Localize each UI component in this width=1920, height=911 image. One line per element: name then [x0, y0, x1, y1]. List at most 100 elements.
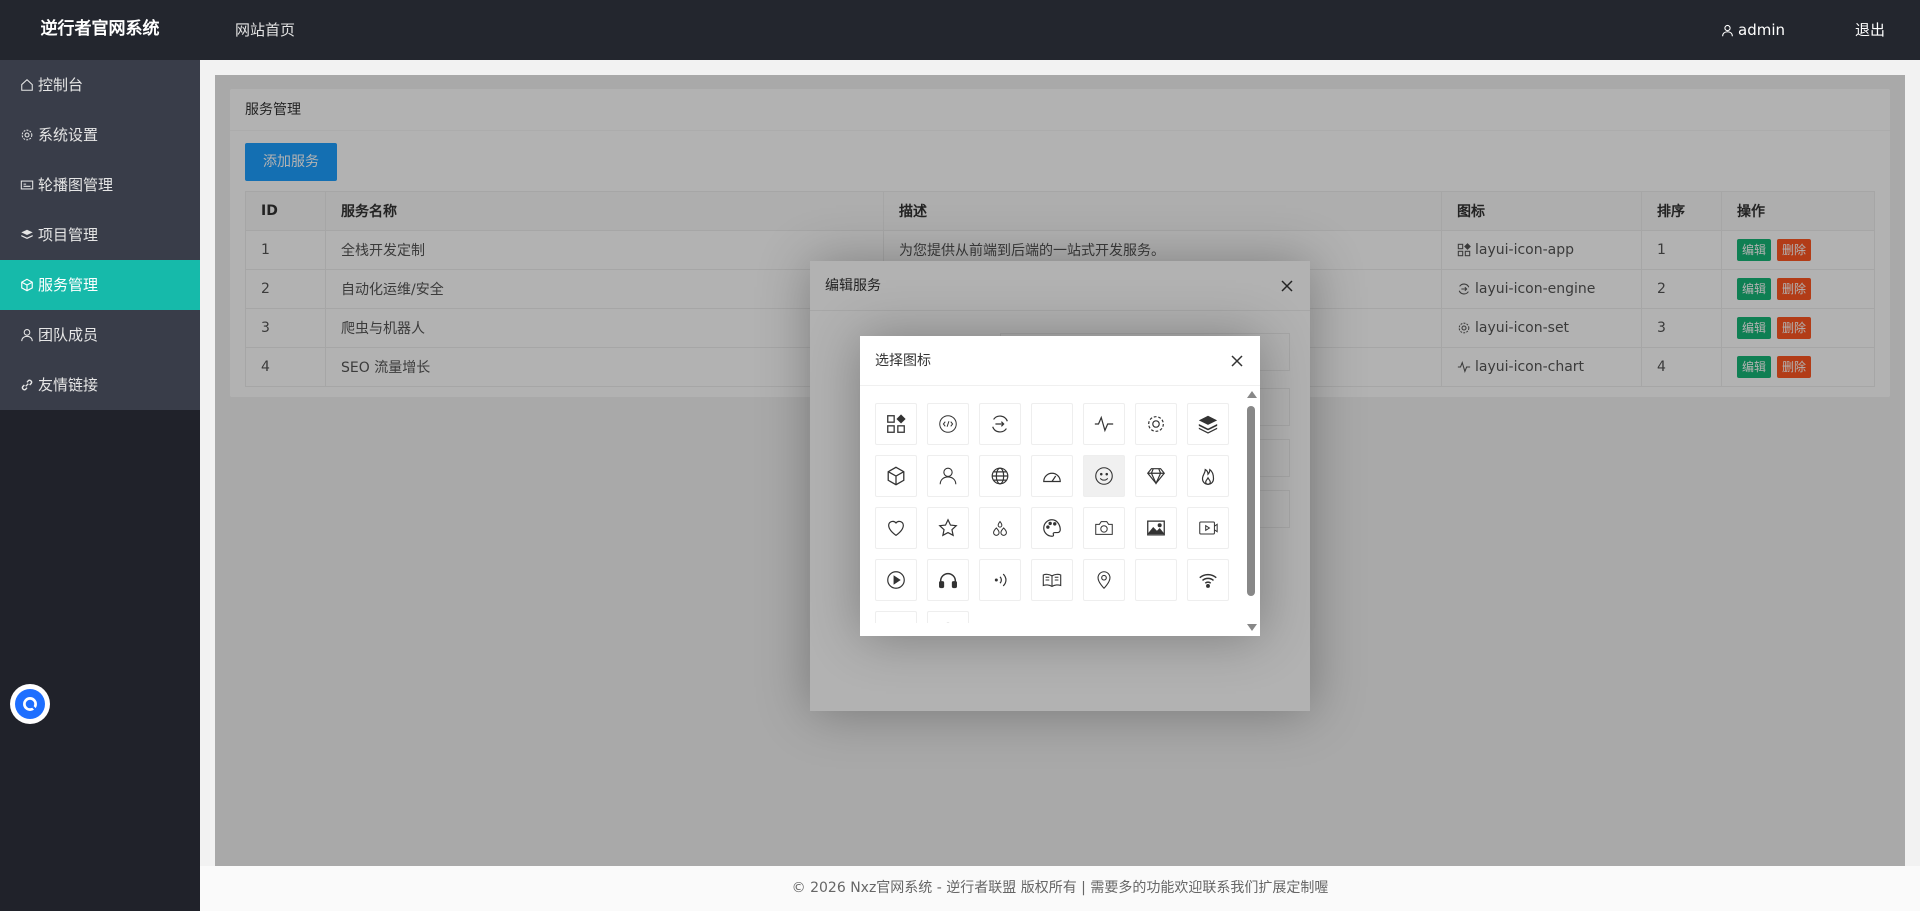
icon-option-fire[interactable] — [1187, 455, 1229, 497]
cube-icon — [21, 278, 33, 292]
headset-icon — [939, 572, 957, 589]
icon-option-sound[interactable] — [979, 559, 1021, 601]
layers-icon — [21, 229, 33, 239]
sidebar-item-projects[interactable]: 项目管理 — [0, 210, 200, 260]
user-menu[interactable]: admin — [1721, 0, 1785, 60]
icon-option-read[interactable] — [1031, 559, 1073, 601]
icon-option-app[interactable] — [875, 403, 917, 445]
fire-icon — [1201, 468, 1215, 485]
sidebar-item-links[interactable]: 友情链接 — [0, 360, 200, 410]
set-icon — [1148, 416, 1164, 432]
icon-option-headset[interactable] — [927, 559, 969, 601]
sidebar-item-label: 服务管理 — [38, 276, 99, 294]
icon-option-heart[interactable] — [875, 507, 917, 549]
smile-icon — [1095, 467, 1113, 485]
palette-icon — [1043, 519, 1061, 537]
icon-dialog-title-bar: 选择图标 — [860, 336, 1260, 386]
icon-option-water[interactable] — [979, 507, 1021, 549]
sidebar-item-label: 轮播图管理 — [38, 176, 114, 194]
logout-link[interactable]: 退出 — [1855, 0, 1885, 60]
home-icon — [21, 79, 33, 91]
page-footer: © 2026 Nxz官网系统 - 逆行者联盟 版权所有 | 需要多的功能欢迎联系… — [200, 866, 1920, 911]
icon-option-website[interactable] — [979, 455, 1021, 497]
nav-home-link[interactable]: 网站首页 — [235, 0, 295, 60]
layers-icon — [1198, 415, 1218, 434]
icon-option-code[interactable] — [927, 403, 969, 445]
diamond-icon — [1146, 468, 1166, 485]
code-icon — [939, 415, 957, 433]
user-icon — [21, 329, 33, 342]
cube-icon — [887, 466, 905, 486]
gift-icon — [885, 621, 907, 623]
icon-option-chart[interactable] — [1083, 403, 1125, 445]
location-icon — [1097, 571, 1111, 590]
sidebar-item-label: 系统设置 — [38, 126, 99, 144]
sidebar-menu: 控制台 系统设置 轮播图管理 项目管理 服务管理 团队成员 友情链接 — [0, 60, 200, 410]
icon-option-location[interactable] — [1083, 559, 1125, 601]
icon-option-diamond[interactable] — [1135, 455, 1177, 497]
camera-icon — [1095, 521, 1113, 535]
sidebar-item-label: 项目管理 — [38, 226, 99, 244]
icon-option-set[interactable] — [1135, 403, 1177, 445]
sidebar-item-settings[interactable]: 系统设置 — [0, 110, 200, 160]
icon-option-compass[interactable] — [927, 611, 969, 623]
sidebar-item-label: 控制台 — [38, 76, 84, 94]
top-header: 逆行者官网系统 网站首页 admin 退出 — [0, 0, 1920, 60]
sound-icon — [994, 573, 1007, 587]
icon-option-play[interactable] — [875, 559, 917, 601]
compass-icon — [946, 622, 950, 623]
close-icon[interactable] — [1229, 353, 1245, 369]
user-name: admin — [1738, 21, 1785, 39]
icon-option-smile[interactable] — [1083, 455, 1125, 497]
icon-option-picture[interactable] — [1135, 507, 1177, 549]
sidebar-item-services[interactable]: 服务管理 — [0, 260, 200, 310]
icon-picker-dialog: 选择图标 — [860, 336, 1260, 636]
chat-icon — [15, 689, 45, 719]
sidebar-item-team[interactable]: 团队成员 — [0, 310, 200, 360]
floating-chat-button[interactable] — [10, 684, 50, 724]
icon-option-engine[interactable] — [979, 403, 1021, 445]
icon-dialog-title: 选择图标 — [875, 353, 931, 369]
icon-option-palette[interactable] — [1031, 507, 1073, 549]
icon-option-wifi[interactable] — [1187, 559, 1229, 601]
icon-option-blank-2[interactable] — [1135, 559, 1177, 601]
icon-option-dashboard[interactable] — [1031, 455, 1073, 497]
icon-option-star[interactable] — [927, 507, 969, 549]
icon-option-user[interactable] — [927, 455, 969, 497]
sidebar-item-dashboard[interactable]: 控制台 — [0, 60, 200, 110]
picture-icon — [1147, 520, 1165, 536]
website-icon — [991, 467, 1009, 485]
play-icon — [887, 571, 905, 589]
app-icon — [887, 414, 906, 433]
user-icon — [939, 467, 957, 485]
site-logo[interactable]: 逆行者官网系统 — [0, 0, 200, 60]
heart-icon — [888, 520, 904, 537]
chart-icon — [1094, 415, 1114, 433]
scroll-thumb[interactable] — [1247, 406, 1255, 596]
sidebar-item-carousel[interactable]: 轮播图管理 — [0, 160, 200, 210]
read-icon — [1042, 573, 1062, 588]
scroll-up-arrow[interactable] — [1247, 391, 1257, 398]
dashboard-icon — [1043, 472, 1061, 483]
slider-icon — [20, 180, 34, 190]
sidebar-item-label: 团队成员 — [38, 326, 99, 344]
icon-option-video[interactable] — [1187, 507, 1229, 549]
water-icon — [993, 520, 1007, 536]
icon-grid — [875, 403, 1245, 623]
icon-grid-scrollbar[interactable] — [1246, 391, 1257, 631]
user-icon — [1722, 24, 1733, 36]
icon-option-camera[interactable] — [1083, 507, 1125, 549]
icon-option-gift[interactable] — [875, 611, 917, 623]
link-icon — [21, 379, 33, 391]
gear-icon — [21, 129, 33, 141]
engine-icon — [992, 415, 1008, 433]
icon-option-layers[interactable] — [1187, 403, 1229, 445]
sidebar: 控制台 系统设置 轮播图管理 项目管理 服务管理 团队成员 友情链接 — [0, 60, 200, 911]
video-icon — [1199, 521, 1218, 535]
sidebar-item-label: 友情链接 — [38, 376, 99, 394]
scroll-down-arrow[interactable] — [1247, 624, 1257, 631]
wifi-icon — [1199, 573, 1217, 588]
icon-option-cube[interactable] — [875, 455, 917, 497]
star-icon — [938, 518, 958, 537]
icon-option-blank[interactable] — [1031, 403, 1073, 445]
